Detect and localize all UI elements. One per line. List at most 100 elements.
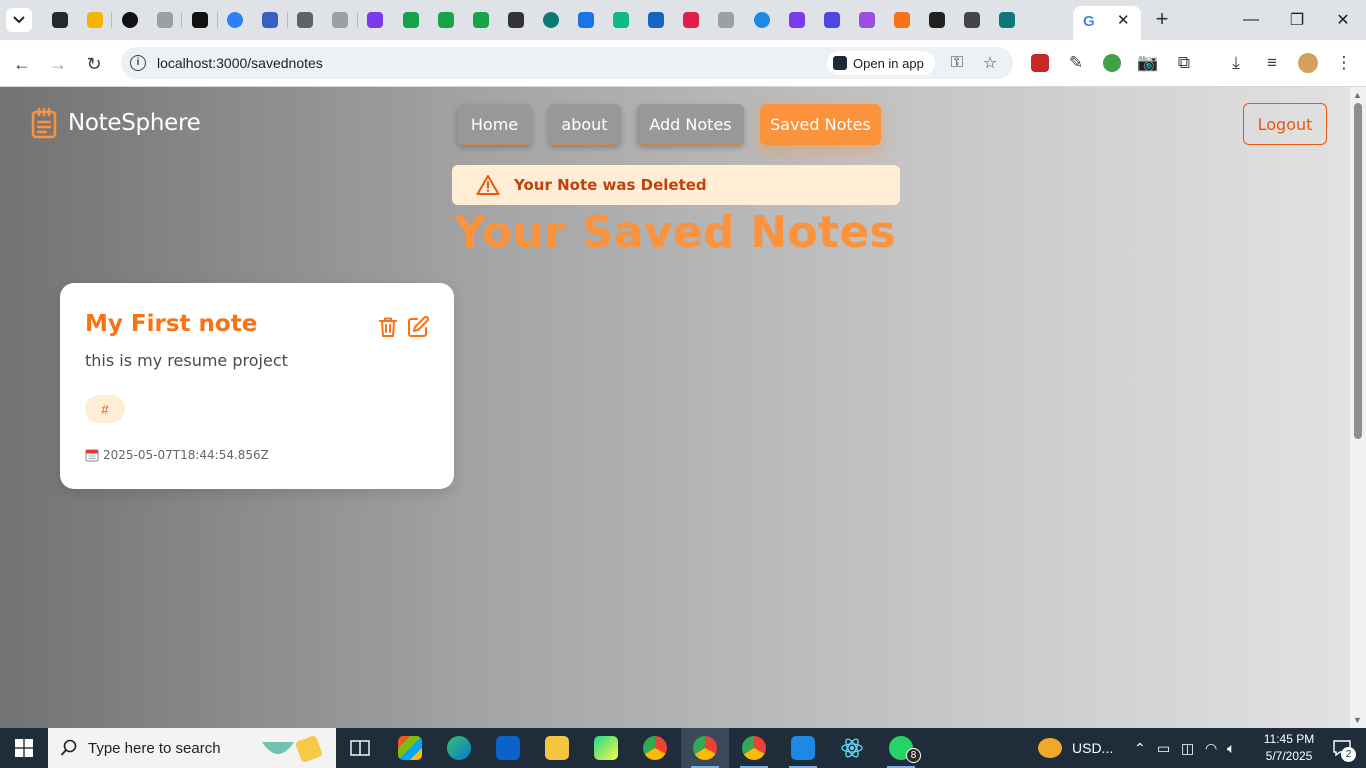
profile-avatar[interactable] [1297, 52, 1319, 74]
nav-about-button[interactable]: about [548, 104, 621, 145]
tab-favicon-icon [332, 12, 349, 28]
forward-button[interactable]: → [44, 50, 72, 78]
reload-button[interactable]: ↻ [80, 50, 108, 78]
extensions-puzzle-icon[interactable]: ⧉ [1173, 52, 1195, 74]
pinned-tab[interactable] [463, 0, 498, 40]
tab-search-button[interactable] [6, 8, 32, 32]
address-bar[interactable]: i localhost:3000/savednotes Open in app … [121, 47, 1013, 79]
pinned-tab[interactable] [709, 0, 744, 40]
notification-center[interactable]: 2 [1322, 728, 1362, 768]
close-window-button[interactable]: ✕ [1320, 0, 1366, 40]
pinned-tab[interactable] [428, 0, 463, 40]
pinned-tab[interactable] [288, 0, 323, 40]
eyedropper-icon[interactable]: ✎ [1065, 52, 1087, 74]
alert-message: Your Note was Deleted [514, 176, 707, 194]
microsoft-store-icon [398, 736, 422, 760]
taskbar-store[interactable] [386, 728, 434, 768]
pinned-tab[interactable] [498, 0, 533, 40]
download-icon[interactable]: ⤓ [1225, 52, 1247, 74]
taskbar-vscode[interactable] [779, 728, 827, 768]
nav-saved-notes-button[interactable]: Saved Notes [760, 104, 881, 145]
start-button[interactable] [0, 728, 48, 768]
pinned-tab[interactable] [990, 0, 1025, 40]
pinned-tab[interactable] [112, 0, 147, 40]
pinned-tab[interactable] [77, 0, 112, 40]
tab-favicon-icon [51, 12, 68, 28]
bookmark-star-icon[interactable]: ☆ [980, 53, 1000, 73]
drive-icon: ▭ [1157, 739, 1171, 756]
open-in-app-button[interactable]: Open in app [827, 51, 935, 75]
edit-icon[interactable] [406, 315, 430, 339]
logout-button[interactable]: Logout [1243, 103, 1327, 145]
pinned-tab[interactable] [182, 0, 217, 40]
open-in-app-label: Open in app [853, 55, 924, 71]
close-tab-icon[interactable]: ✕ [1117, 11, 1130, 29]
pinned-tab[interactable] [42, 0, 77, 40]
pinned-tab[interactable] [323, 0, 358, 40]
pinned-tab[interactable] [884, 0, 919, 40]
scroll-up-icon[interactable]: ▲ [1353, 90, 1362, 100]
pinned-tab[interactable] [604, 0, 639, 40]
extension-globe-icon[interactable] [1101, 52, 1123, 74]
page-scrollbar[interactable]: ▲ ▼ [1350, 87, 1366, 728]
new-tab-button[interactable]: + [1150, 6, 1174, 34]
camera-icon[interactable]: 📷 [1137, 52, 1159, 74]
pinned-tab[interactable] [955, 0, 990, 40]
nav-add-notes-button[interactable]: Add Notes [637, 104, 744, 145]
taskbar-outlook[interactable] [484, 728, 532, 768]
tray-clock[interactable]: 11:45 PM 5/7/2025 [1258, 731, 1320, 765]
active-tab[interactable]: G ✕ [1073, 6, 1141, 40]
pinned-tab[interactable] [533, 0, 568, 40]
tab-favicon-icon [191, 12, 208, 28]
taskbar-chrome-3[interactable] [730, 728, 778, 768]
taskbar-chrome-1[interactable] [631, 728, 679, 768]
pinned-tab[interactable] [393, 0, 428, 40]
task-view-button[interactable] [336, 728, 384, 768]
trash-icon[interactable] [376, 315, 400, 339]
url-text[interactable]: localhost:3000/savednotes [157, 55, 323, 71]
tray-wifi[interactable]: ◠ [1205, 728, 1217, 768]
tray-network-drive[interactable]: ▭ [1157, 728, 1170, 768]
pinned-tab[interactable] [849, 0, 884, 40]
minimize-button[interactable]: — [1228, 0, 1274, 40]
tray-currency-widget[interactable]: USD... [1038, 728, 1113, 768]
pinned-tab[interactable] [147, 0, 182, 40]
taskbar-react-app[interactable] [828, 728, 876, 768]
pinned-tab[interactable] [744, 0, 779, 40]
tray-overflow[interactable]: ⌃ [1134, 728, 1146, 768]
taskbar-chrome-2[interactable] [681, 728, 729, 768]
nav-home-button[interactable]: Home [457, 104, 532, 145]
site-info-icon[interactable]: i [130, 55, 146, 71]
tray-device[interactable]: ◫ [1181, 728, 1194, 768]
media-control-icon[interactable]: ≡ [1261, 52, 1283, 74]
scrollbar-thumb[interactable] [1354, 103, 1362, 439]
scroll-down-icon[interactable]: ▼ [1353, 715, 1362, 725]
taskbar-pycharm[interactable] [582, 728, 630, 768]
windows-taskbar: Type here to search 8 USD... ⌃ ▭ ◫ ◠ 🔈︎ … [0, 728, 1366, 768]
restore-button[interactable]: ❐ [1274, 0, 1320, 40]
pinned-tab[interactable] [779, 0, 814, 40]
taskbar-file-explorer[interactable] [533, 728, 581, 768]
pinned-tab[interactable] [253, 0, 288, 40]
search-placeholder: Type here to search [88, 740, 221, 757]
extension-icon[interactable] [1029, 52, 1051, 74]
browser-menu-icon[interactable]: ⋮ [1333, 52, 1355, 74]
pinned-tab[interactable] [639, 0, 674, 40]
warning-icon [476, 175, 500, 195]
password-key-icon[interactable]: ⚿ [947, 53, 967, 73]
back-button[interactable]: ← [8, 50, 36, 78]
pinned-tab[interactable] [814, 0, 849, 40]
pinned-tab[interactable] [569, 0, 604, 40]
pinned-tab[interactable] [218, 0, 253, 40]
tray-volume[interactable]: 🔈︎ [1227, 728, 1235, 768]
tab-favicon-icon [823, 12, 840, 28]
taskbar-edge[interactable] [435, 728, 483, 768]
taskbar-search-box[interactable]: Type here to search [48, 728, 336, 768]
pinned-tab[interactable] [358, 0, 393, 40]
browser-toolbar: ← → ↻ i localhost:3000/savednotes Open i… [0, 40, 1366, 87]
note-tag: # [85, 395, 125, 423]
brand[interactable]: NoteSphere [30, 107, 201, 139]
pinned-tab[interactable] [674, 0, 709, 40]
pinned-tab[interactable] [920, 0, 955, 40]
taskbar-whatsapp[interactable]: 8 [877, 728, 925, 768]
